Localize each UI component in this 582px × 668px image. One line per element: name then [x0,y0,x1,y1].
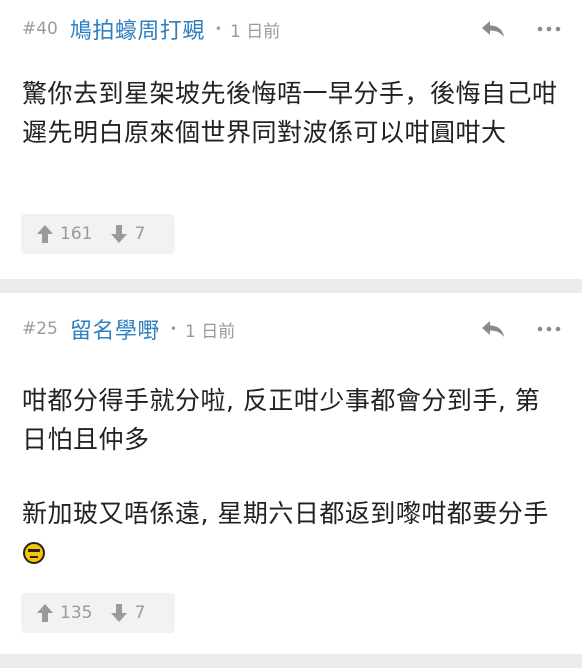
more-button[interactable] [536,14,562,44]
comment-actions [478,314,562,344]
reply-button[interactable] [478,314,508,344]
arrow-up-icon [37,604,53,622]
sunglasses-smirk-emoji-icon [23,542,45,564]
reply-arrow-icon [482,321,504,337]
comment-paragraph: 咁都分得手就分啦, 反正咁少事都會分到手, 第日怕且仲多 [22,386,541,454]
upvote-count: 135 [60,603,93,623]
vote-box: 161 7 [21,214,175,254]
comment-actions [478,14,562,44]
arrow-down-icon [111,225,128,243]
floor-number: #40 [22,19,58,39]
vote-box: 135 7 [21,593,175,633]
arrow-up-icon [37,225,53,243]
username-link[interactable]: 留名學嘢 [70,313,160,345]
reply-arrow-icon [482,21,504,37]
comment-paragraph: 新加玻又唔係遠, 星期六日都返到嚟咁都要分手 [22,494,558,572]
more-dots-icon [537,26,561,32]
upvote-count: 161 [60,224,93,244]
arrow-down-icon [111,604,128,622]
comment-body: 咁都分得手就分啦, 反正咁少事都會分到手, 第日怕且仲多 新加玻又唔係遠, 星期… [22,381,558,572]
comment-body: 驚你去到星架坡先後悔唔一早分手，後悔自己咁遲先明白原來個世界同對波係可以咁圓咁大 [22,74,558,152]
downvote-button[interactable]: 7 [110,224,145,244]
comment-paragraph-text: 新加玻又唔係遠, 星期六日都返到嚟咁都要分手 [22,499,549,528]
upvote-button[interactable]: 161 [36,224,92,244]
upvote-button[interactable]: 135 [36,603,92,623]
reply-button[interactable] [478,14,508,44]
downvote-count: 7 [134,603,146,623]
more-button[interactable] [536,314,562,344]
floor-number: #25 [22,319,58,339]
downvote-button[interactable]: 7 [110,603,145,623]
meta-separator: • [214,22,222,36]
downvote-count: 7 [134,224,146,244]
comment-header: #25 留名學嘢 • 1 日前 [22,314,562,344]
post-time: 1 日前 [229,21,281,42]
meta-separator: • [169,322,177,336]
comment-paragraph: 驚你去到星架坡先後悔唔一早分手，後悔自己咁遲先明白原來個世界同對波係可以咁圓咁大 [22,79,558,147]
more-dots-icon [537,326,561,332]
comment-header: #40 鳩拍蠔周打覡 • 1 日前 [22,14,562,44]
post-time: 1 日前 [184,321,236,342]
comment-card: #40 鳩拍蠔周打覡 • 1 日前 驚你去到星架坡先後悔唔一早分手，後悔自己咁遲… [0,0,582,279]
username-link[interactable]: 鳩拍蠔周打覡 [70,13,205,45]
